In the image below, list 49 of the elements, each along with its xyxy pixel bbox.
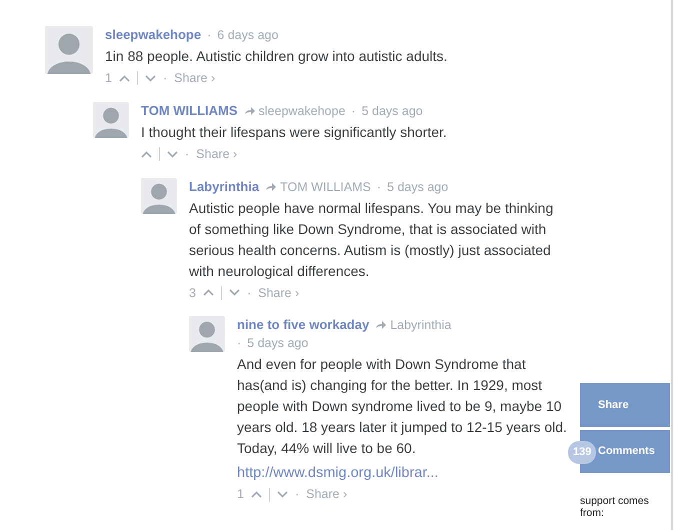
comment-count-badge: 139: [568, 441, 596, 464]
downvote-icon[interactable]: [167, 150, 178, 158]
timestamp[interactable]: 6 days ago: [217, 26, 278, 44]
comment-text: Autistic people have normal lifespans. You may be thinking of something like Down Syndrome, that is associated with serious health concerns. Autism is (mostly) just associated with neurological differences.: [189, 198, 554, 281]
vote-count: 1: [237, 486, 244, 504]
reply-to-name[interactable]: Labyrinthia: [390, 316, 452, 334]
reply-arrow-icon: [244, 106, 256, 116]
support-text: support comes from:: [580, 495, 650, 519]
dot-separator: ·: [246, 284, 252, 302]
timestamp[interactable]: 5 days ago: [247, 334, 308, 352]
dot-separator: ·: [162, 70, 168, 87]
dot-separator: ·: [376, 178, 382, 196]
vote-count: 3: [189, 284, 196, 302]
timestamp[interactable]: 5 days ago: [387, 178, 448, 196]
dot-separator: ·: [185, 146, 190, 163]
share-link[interactable]: Share ›: [306, 485, 348, 504]
avatar: [45, 26, 93, 74]
author-link[interactable]: sleepwakehope: [105, 26, 202, 44]
timestamp[interactable]: 5 days ago: [362, 102, 423, 120]
avatar: [93, 102, 129, 138]
comment-link[interactable]: http://www.dsmig.org.uk/librar...: [237, 465, 438, 482]
dot-separator: ·: [351, 102, 356, 120]
reply-arrow-icon: [265, 182, 278, 192]
upvote-icon[interactable]: [202, 289, 214, 296]
upvote-icon[interactable]: [250, 491, 262, 498]
avatar: [141, 178, 177, 214]
reply-arrow-icon: [375, 320, 388, 330]
upvote-icon[interactable]: [118, 74, 130, 82]
reply-to-name[interactable]: TOM WILLIAMS: [280, 178, 371, 196]
dot-separator: ·: [294, 486, 300, 504]
share-button[interactable]: Share: [580, 383, 670, 427]
author-link[interactable]: nine to five workaday: [237, 316, 370, 334]
upvote-icon[interactable]: [141, 150, 152, 158]
downvote-icon[interactable]: [144, 74, 156, 82]
downvote-icon[interactable]: [228, 289, 240, 296]
comment-text: 1in 88 people. Autistic children grow into autistic adults.: [105, 47, 448, 66]
dot-separator: ·: [207, 27, 212, 44]
share-link[interactable]: Share ›: [258, 284, 300, 302]
avatar: [189, 316, 225, 352]
vote-count: 1: [105, 70, 112, 87]
share-link[interactable]: Share ›: [174, 69, 216, 88]
comment-text: And even for people with Down Syndrome that has(and is) changing for the better. In 1929, most people with Down syndrome lived to be 9, maybe 10 years old. 18 years later it jumped to 12-15 years old. Today, 44% will live to be 60.: [237, 355, 568, 458]
share-link[interactable]: Share ›: [196, 144, 238, 164]
downvote-icon[interactable]: [276, 491, 288, 498]
dot-separator: ·: [237, 335, 242, 352]
reply-to-name[interactable]: sleepwakehope: [258, 102, 346, 120]
author-link[interactable]: TOM WILLIAMS: [141, 102, 238, 120]
author-link[interactable]: Labyrinthia: [189, 178, 260, 196]
comment-text: I thought their lifespans were significantly shorter.: [141, 122, 447, 142]
